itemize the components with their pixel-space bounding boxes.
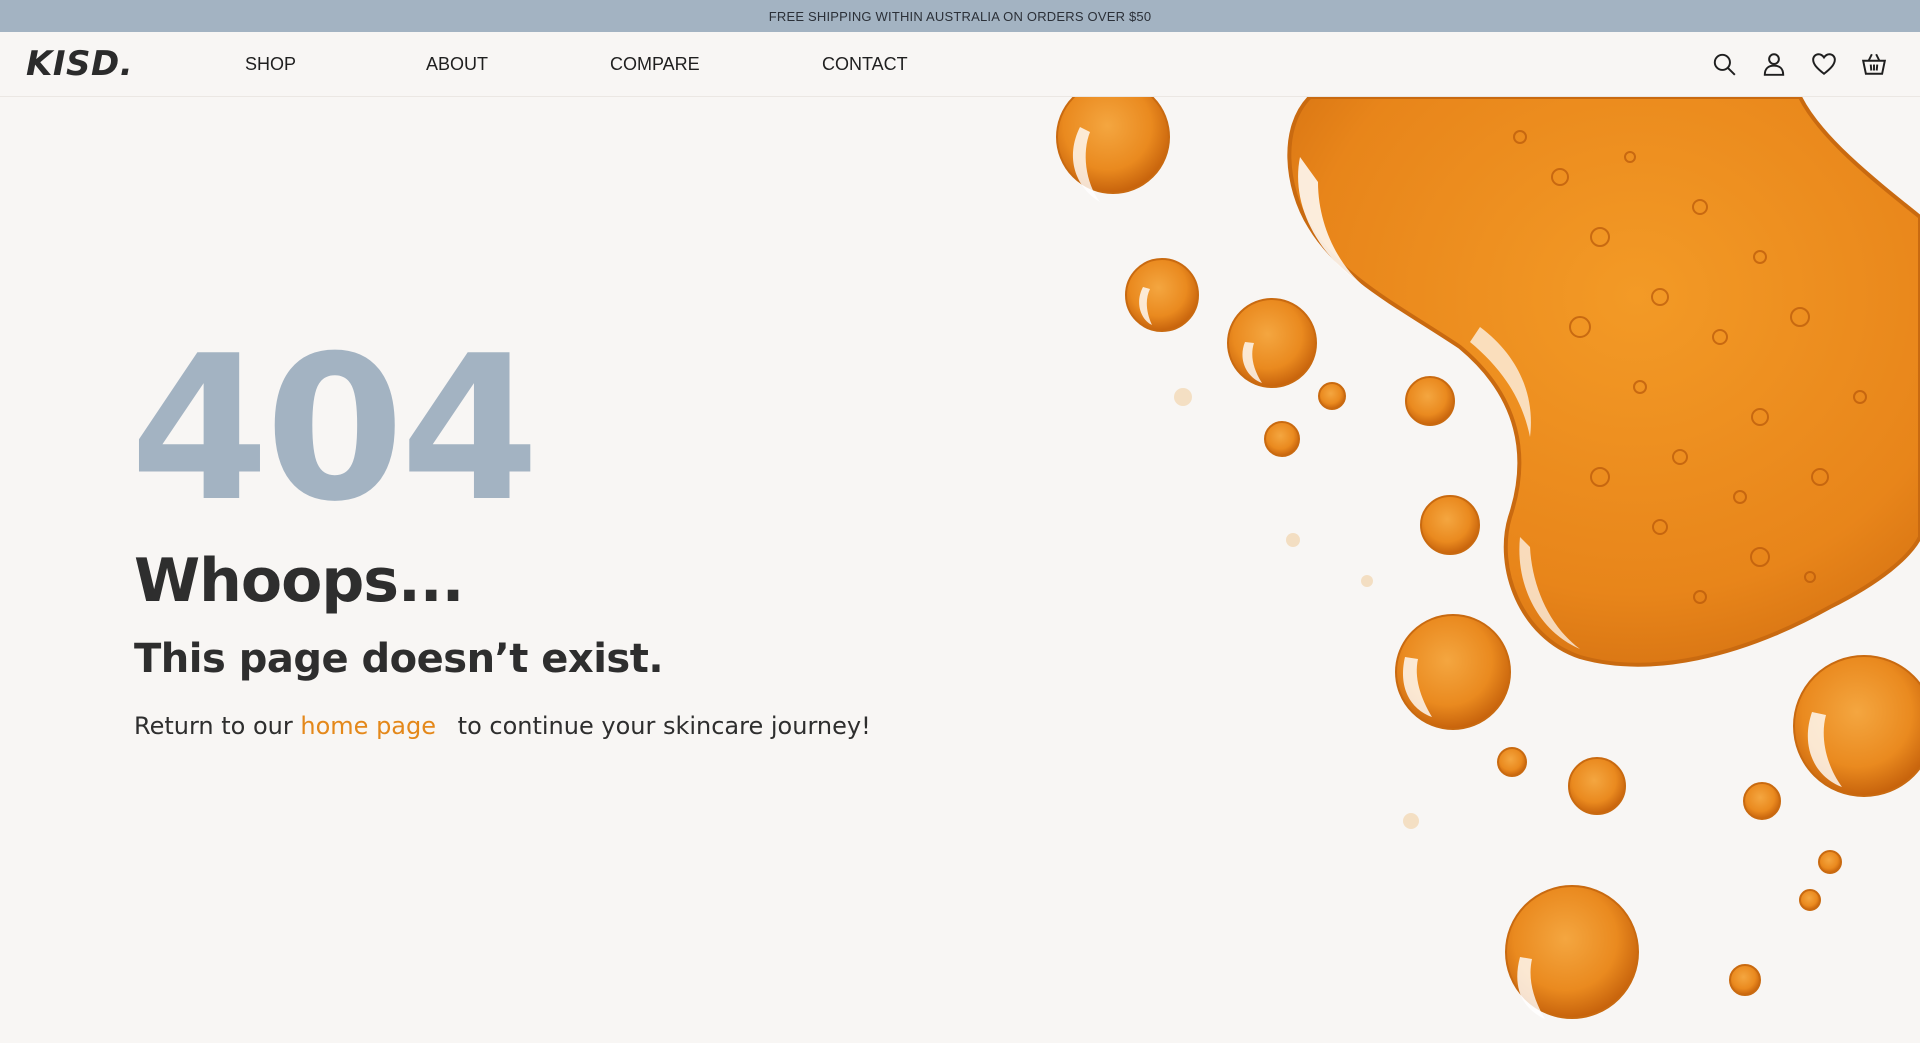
site-header: KISD. SHOP ABOUT COMPARE CONTACT xyxy=(0,32,1920,97)
nav-item-compare[interactable]: COMPARE xyxy=(610,32,700,96)
message-after: to continue your skincare journey! xyxy=(457,712,871,740)
message-before: Return to our xyxy=(134,712,293,740)
nav-item-shop[interactable]: SHOP xyxy=(245,32,296,96)
cart-button[interactable] xyxy=(1856,46,1892,82)
error-content: 404 Whoops... This page doesn’t exist. R… xyxy=(130,330,871,742)
wishlist-heart-icon xyxy=(1812,53,1836,75)
serum-blob xyxy=(1287,97,1920,667)
announcement-bar: FREE SHIPPING WITHIN AUSTRALIA ON ORDERS… xyxy=(0,0,1920,32)
announcement-text: FREE SHIPPING WITHIN AUSTRALIA ON ORDERS… xyxy=(768,8,1152,24)
nav-item-about[interactable]: ABOUT xyxy=(426,32,488,96)
cart-basket-icon xyxy=(1861,53,1887,75)
account-icon xyxy=(1763,53,1785,76)
header-icons xyxy=(1706,46,1892,82)
search-button[interactable] xyxy=(1706,46,1742,82)
error-heading: Whoops... xyxy=(134,546,464,616)
search-icon xyxy=(1713,53,1736,76)
home-page-link[interactable]: home page xyxy=(300,712,436,740)
error-message: Return to our home page to continue your… xyxy=(134,710,871,742)
error-subheading: This page doesn’t exist. xyxy=(134,636,664,682)
account-button[interactable] xyxy=(1756,46,1792,82)
nav-item-contact[interactable]: CONTACT xyxy=(822,32,908,96)
error-code: 404 xyxy=(130,313,539,546)
wishlist-button[interactable] xyxy=(1806,46,1842,82)
main-nav: SHOP ABOUT COMPARE CONTACT xyxy=(0,32,1100,96)
